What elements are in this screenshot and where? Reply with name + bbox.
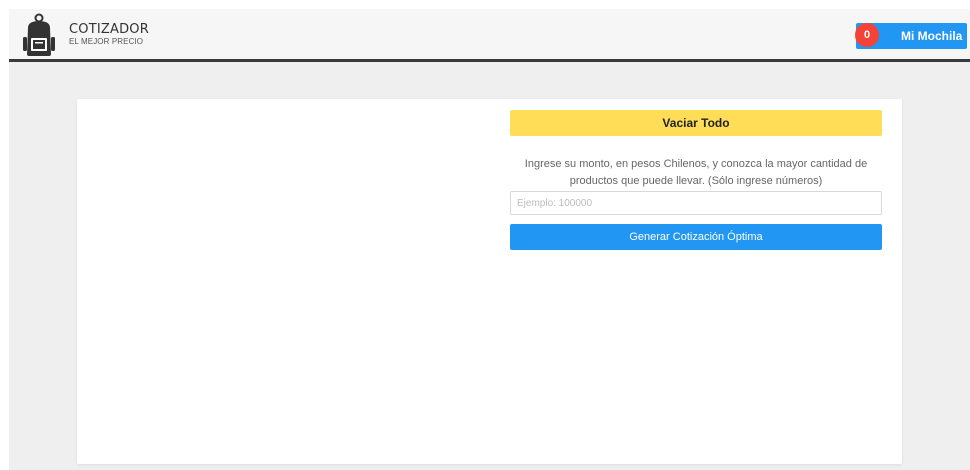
main-card: Vaciar Todo Ingrese su monto, en pesos C… (77, 99, 902, 464)
brand-title: COTIZADOR (69, 22, 149, 37)
cart-label: Mi Mochila (901, 29, 963, 43)
header-bar: COTIZADOR EL MEJOR PRECIO Mi Mochila 0 (9, 9, 970, 62)
app-frame: COTIZADOR EL MEJOR PRECIO Mi Mochila 0 V… (9, 9, 970, 470)
amount-input[interactable] (510, 191, 882, 215)
clear-all-button[interactable]: Vaciar Todo (510, 110, 882, 136)
cart-count-badge[interactable]: 0 (855, 23, 879, 47)
instructions-text: Ingrese su monto, en pesos Chilenos, y c… (524, 158, 868, 187)
brand-subtitle: EL MEJOR PRECIO (69, 37, 144, 46)
backpack-icon (23, 13, 55, 56)
generate-quote-button[interactable]: Generar Cotización Óptima (510, 224, 882, 250)
